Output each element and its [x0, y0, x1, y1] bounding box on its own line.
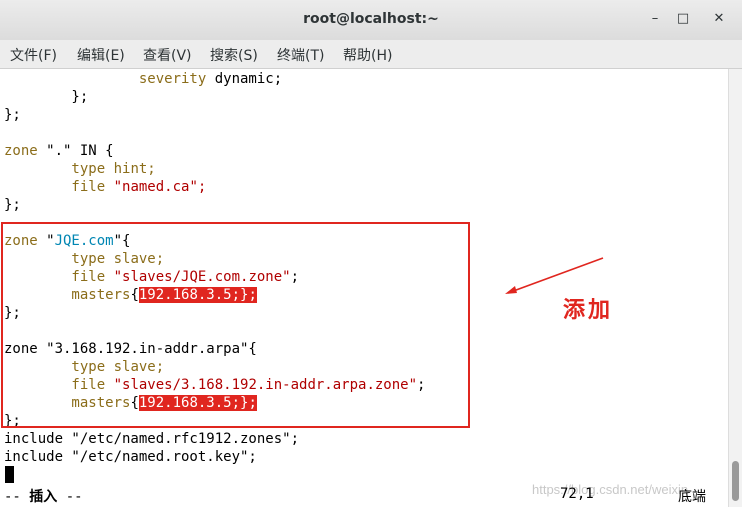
code-line: };	[4, 107, 21, 123]
scroll-position: 底端	[678, 489, 706, 505]
code-line: severity dynamic;	[4, 71, 283, 87]
title-bar: root@localhost:~ – □ ✕	[0, 0, 742, 41]
code-line: type hint;	[4, 161, 156, 177]
menu-bar: 文件(F) 编辑(E) 查看(V) 搜索(S) 终端(T) 帮助(H)	[0, 40, 742, 69]
menu-help[interactable]: 帮助(H)	[343, 45, 392, 65]
code-line: include "/etc/named.root.key";	[4, 449, 257, 465]
menu-file[interactable]: 文件(F)	[10, 45, 57, 65]
menu-search[interactable]: 搜索(S)	[210, 45, 258, 65]
annotation-box	[1, 222, 470, 428]
menu-view[interactable]: 查看(V)	[143, 45, 192, 65]
code-line: };	[4, 197, 21, 213]
minimize-icon[interactable]: –	[644, 8, 666, 30]
close-icon[interactable]: ✕	[708, 8, 730, 30]
code-line: };	[4, 89, 89, 105]
code-line: file "named.ca";	[4, 179, 207, 195]
watermark: https://blog.csdn.net/weixin	[532, 482, 689, 497]
cursor-position: 72,1	[560, 486, 594, 502]
scrollbar[interactable]	[728, 69, 742, 507]
maximize-icon[interactable]: □	[672, 8, 694, 30]
text-cursor	[5, 466, 14, 483]
code-line: zone "." IN {	[4, 143, 114, 159]
menu-edit[interactable]: 编辑(E)	[77, 45, 125, 65]
annotation-label: 添加	[563, 297, 614, 323]
vim-mode: -- 插入 --	[4, 489, 83, 505]
scrollbar-thumb[interactable]	[732, 461, 739, 501]
window-title: root@localhost:~	[303, 11, 439, 27]
code-line: include "/etc/named.rfc1912.zones";	[4, 431, 300, 447]
menu-terminal[interactable]: 终端(T)	[277, 45, 324, 65]
